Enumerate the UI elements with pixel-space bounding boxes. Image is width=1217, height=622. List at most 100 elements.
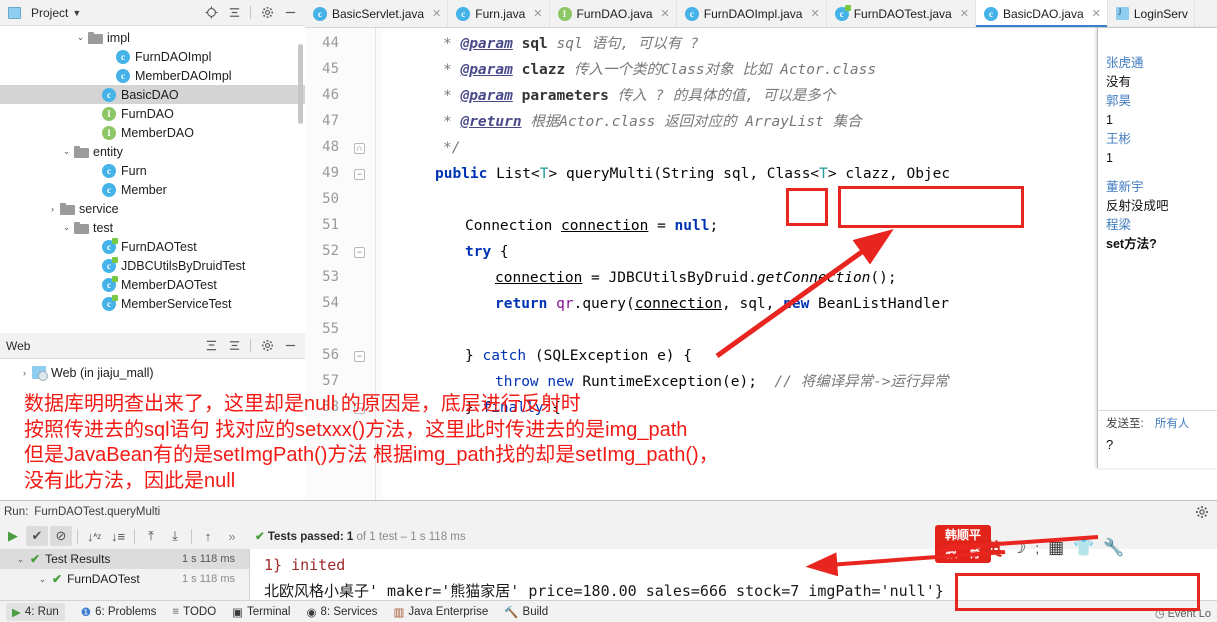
- up-icon[interactable]: ↑: [197, 526, 219, 546]
- project-item[interactable]: ⌄ entity: [0, 142, 305, 161]
- code-line[interactable]: public List<T> queryMulti(String sql, Cl…: [435, 161, 950, 187]
- code-line[interactable]: * @return 根据Actor.class 返回对应的 ArrayList …: [443, 109, 862, 135]
- chevron-down-icon[interactable]: ⌄: [74, 32, 87, 43]
- minimize-icon[interactable]: [283, 6, 297, 20]
- status-tab[interactable]: 🔨 Build: [504, 605, 548, 619]
- moon-icon[interactable]: ☽: [1011, 538, 1026, 558]
- chevron-right-icon[interactable]: ›: [18, 368, 31, 378]
- chat-popup-panel[interactable]: 张虎通 没有 郭昊 1 王彬 1 董新宇 反射没成吧 程梁 set方法? 发送至: 所有人 ?: [1097, 28, 1217, 468]
- project-item[interactable]: ⌄ test: [0, 218, 305, 237]
- project-item[interactable]: ·cMember: [0, 180, 305, 199]
- code-line[interactable]: return qr.query(connection, sql, new Bea…: [495, 291, 949, 317]
- close-icon[interactable]: ✕: [533, 7, 542, 20]
- project-tree-scrollbar[interactable]: [298, 44, 303, 124]
- project-item[interactable]: ·cFurnDAOImpl: [0, 47, 305, 66]
- expand-all-icon[interactable]: [204, 339, 218, 353]
- ime-floating-toolbar[interactable]: 英 ☽ ; ▦ 👕 🔧: [985, 535, 1125, 560]
- code-line[interactable]: * @param sql sql 语句, 可以有 ?: [443, 31, 699, 57]
- close-icon[interactable]: ✕: [810, 7, 819, 20]
- run-breadcrumb[interactable]: FurnDAOTest.queryMulti: [34, 506, 160, 518]
- editor-tab[interactable]: c BasicServlet.java ✕: [305, 0, 449, 27]
- settings-gear-icon[interactable]: [1195, 505, 1209, 522]
- project-item[interactable]: ·cFurnDAOTest: [0, 237, 305, 256]
- editor-tab-label: FurnDAOImpl.java: [703, 6, 803, 21]
- keyboard-icon[interactable]: ▦: [1048, 538, 1064, 558]
- chevron-down-icon[interactable]: ⌄: [14, 554, 27, 565]
- project-item[interactable]: ·cBasicDAO: [0, 85, 305, 104]
- hide-ignored-icon[interactable]: ⊘: [50, 526, 72, 546]
- editor-tab[interactable]: c FurnDAOTest.java ✕: [826, 0, 976, 27]
- skin-icon[interactable]: 👕: [1073, 538, 1094, 558]
- editor-tab[interactable]: c FurnDAOImpl.java ✕: [676, 0, 827, 27]
- editor-tab[interactable]: LoginServ: [1107, 0, 1195, 27]
- test-tree-row[interactable]: ⌄ ✔ FurnDAOTest 1 s 118 ms: [0, 569, 249, 589]
- code-line[interactable]: Connection connection = null;: [465, 213, 718, 239]
- project-item[interactable]: ·cMemberDAOImpl: [0, 66, 305, 85]
- project-item[interactable]: ·IMemberDAO: [0, 123, 305, 142]
- rerun-icon[interactable]: ▶: [2, 526, 24, 546]
- project-item[interactable]: ·cJDBCUtilsByDruidTest: [0, 256, 305, 275]
- editor-tab[interactable]: c Furn.java ✕: [448, 0, 550, 27]
- status-tab[interactable]: ❶ 6: Problems: [81, 605, 157, 619]
- semicolon-icon[interactable]: ;: [1035, 540, 1039, 556]
- web-panel-header[interactable]: Web: [0, 333, 305, 359]
- code-line[interactable]: * @param clazz 传入一个类的Class对象 比如 Actor.cl…: [443, 57, 876, 83]
- class-icon: c: [116, 49, 130, 64]
- code-fold-marker[interactable]: −: [354, 169, 365, 180]
- settings-gear-icon[interactable]: [260, 6, 274, 20]
- ime-language-label[interactable]: 英: [985, 535, 1002, 560]
- editor-tab[interactable]: c BasicDAO.java ✕: [975, 0, 1108, 27]
- status-tab[interactable]: ▣ Terminal: [232, 605, 290, 619]
- code-line[interactable]: connection = JDBCUtilsByDruid.getConnect…: [495, 265, 897, 291]
- more-icon[interactable]: »: [221, 526, 243, 546]
- wrench-icon[interactable]: 🔧: [1103, 538, 1124, 558]
- expand-all-icon[interactable]: ⤒: [140, 526, 162, 546]
- chat-input[interactable]: ?: [1106, 437, 1217, 452]
- line-number: 48: [322, 139, 339, 155]
- settings-gear-icon[interactable]: [260, 339, 274, 353]
- chevron-down-icon[interactable]: ⌄: [36, 574, 49, 585]
- chevron-down-icon[interactable]: ▼: [72, 8, 81, 18]
- code-fold-marker[interactable]: ∩: [354, 143, 365, 154]
- chat-send-to-value[interactable]: 所有人: [1155, 418, 1190, 430]
- status-tab[interactable]: ≡ TODO: [172, 606, 216, 618]
- minimize-icon[interactable]: [283, 339, 297, 353]
- project-panel-header[interactable]: Project ▼: [0, 0, 305, 26]
- test-tree-row[interactable]: ⌄ ✔ Test Results 1 s 118 ms: [0, 549, 249, 569]
- show-passed-icon[interactable]: ✔: [26, 526, 48, 546]
- collapse-all-icon[interactable]: [227, 6, 241, 20]
- status-tab[interactable]: ▥ Java Enterprise: [393, 605, 488, 619]
- project-item[interactable]: ·cMemberDAOTest: [0, 275, 305, 294]
- code-line[interactable]: */: [443, 135, 460, 161]
- status-tab[interactable]: ▶ 4: Run: [6, 602, 65, 621]
- collapse-all-icon[interactable]: ⤓: [164, 526, 186, 546]
- project-item[interactable]: ⌄ impl: [0, 28, 305, 47]
- code-line[interactable]: * @param parameters 传入 ? 的具体的值, 可以是多个: [443, 83, 835, 109]
- sort-alpha-icon[interactable]: ↓ ᴬz: [83, 526, 105, 546]
- sort-duration-icon[interactable]: ↓≡: [107, 526, 129, 546]
- test-results-tree[interactable]: ⌄ ✔ Test Results 1 s 118 ms ⌄ ✔ FurnDAOTest 1 s…: [0, 549, 250, 600]
- editor-tab[interactable]: I FurnDAO.java ✕: [549, 0, 677, 27]
- project-item[interactable]: ·IFurnDAO: [0, 104, 305, 123]
- close-icon[interactable]: ✕: [1092, 7, 1101, 20]
- close-icon[interactable]: ✕: [432, 7, 441, 20]
- status-tab[interactable]: ◉ 8: Services: [307, 605, 378, 619]
- close-icon[interactable]: ✕: [960, 7, 969, 20]
- code-line[interactable]: } catch (SQLException e) {: [465, 343, 692, 369]
- close-icon[interactable]: ✕: [661, 7, 670, 20]
- chevron-down-icon[interactable]: ⌄: [60, 222, 73, 233]
- chevron-right-icon[interactable]: ›: [46, 204, 59, 214]
- web-panel-title: Web: [6, 338, 31, 353]
- editor-tabbar[interactable]: c BasicServlet.java ✕ c Furn.java ✕ I FurnDAO.j…: [305, 0, 1217, 28]
- project-item[interactable]: ·cFurn: [0, 161, 305, 180]
- project-item[interactable]: › service: [0, 199, 305, 218]
- project-item[interactable]: ·cMemberServiceTest: [0, 294, 305, 313]
- collapse-all-icon[interactable]: [227, 339, 241, 353]
- project-tree[interactable]: ⌄impl·cFurnDAOImpl·cMemberDAOImpl·cBasic…: [0, 26, 305, 333]
- code-line[interactable]: try {: [465, 239, 509, 265]
- locate-icon[interactable]: [204, 6, 218, 20]
- web-item[interactable]: › Web (in jiaju_mall): [0, 363, 305, 382]
- code-fold-marker[interactable]: −: [354, 247, 365, 258]
- chevron-down-icon[interactable]: ⌄: [60, 146, 73, 157]
- code-fold-marker[interactable]: −: [354, 351, 365, 362]
